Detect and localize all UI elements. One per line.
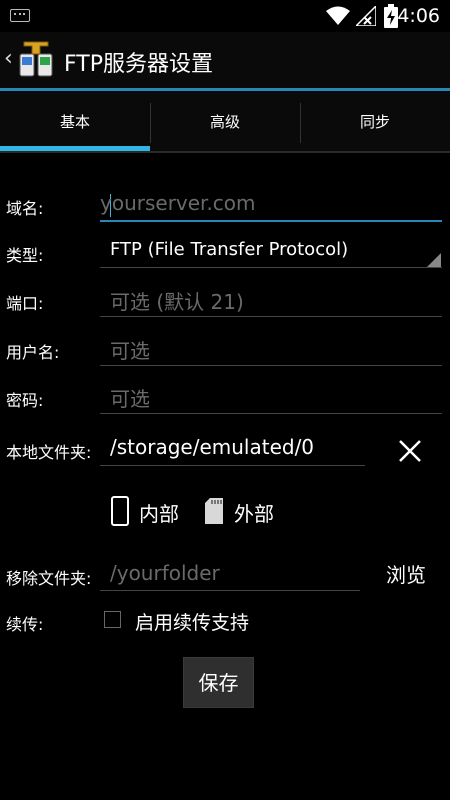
username-input[interactable]: 可选 (110, 335, 150, 365)
port-input[interactable]: 可选 (默认 21) (110, 286, 244, 316)
resume-label: 续传: (6, 615, 44, 634)
tab-bar: 基本 高级 同步 (0, 91, 450, 153)
selected-tab-indicator (0, 146, 150, 151)
keyboard-icon (10, 9, 30, 22)
tab-advanced[interactable]: 高级 (150, 91, 300, 153)
remote-folder-input[interactable]: /yourfolder (110, 561, 220, 591)
browse-button[interactable]: 浏览 (386, 559, 426, 588)
app-icon[interactable] (18, 40, 56, 80)
dropdown-triangle-icon (427, 253, 441, 267)
battery-charging-icon (384, 4, 398, 28)
action-bar: ‹ FTP服务器设置 (0, 32, 450, 88)
local-folder-label: 本地文件夹: (6, 443, 92, 462)
page-title: FTP服务器设置 (64, 52, 213, 77)
password-label: 密码: (6, 391, 44, 410)
resume-checkbox[interactable] (104, 611, 121, 628)
sd-card-icon[interactable] (205, 498, 223, 524)
port-input-underline (100, 316, 442, 317)
type-label: 类型: (6, 246, 44, 265)
external-storage-option[interactable]: 外部 (234, 498, 274, 527)
remote-folder-underline (100, 590, 360, 591)
password-input-underline (100, 413, 442, 414)
domain-label: 域名: (6, 199, 44, 218)
port-label: 端口: (6, 294, 44, 313)
phone-icon[interactable] (111, 496, 129, 526)
tab-basic[interactable]: 基本 (0, 91, 150, 153)
back-chevron-icon[interactable]: ‹ (4, 46, 13, 71)
password-input[interactable]: 可选 (110, 383, 150, 413)
clear-icon[interactable] (396, 437, 424, 465)
wifi-icon (326, 6, 350, 25)
type-spinner[interactable]: FTP (File Transfer Protocol) (110, 239, 348, 269)
username-input-underline (100, 365, 442, 366)
status-time: 4:06 (397, 5, 440, 27)
resume-checkbox-label[interactable]: 启用续传支持 (135, 608, 249, 635)
save-button[interactable]: 保存 (183, 657, 254, 708)
domain-input[interactable]: yourserver.com (100, 191, 256, 221)
remote-folder-label: 移除文件夹: (6, 569, 92, 588)
type-spinner-underline (100, 267, 442, 268)
local-folder-input[interactable]: /storage/emulated/0 (110, 435, 314, 465)
local-folder-underline (100, 465, 365, 466)
domain-input-underline (100, 220, 442, 222)
status-bar: 4:06 (0, 0, 450, 32)
cellular-signal-icon (356, 6, 376, 26)
tab-sync[interactable]: 同步 (300, 91, 450, 153)
tabs-divider (0, 151, 450, 153)
internal-storage-option[interactable]: 内部 (139, 498, 179, 527)
username-label: 用户名: (6, 343, 60, 362)
